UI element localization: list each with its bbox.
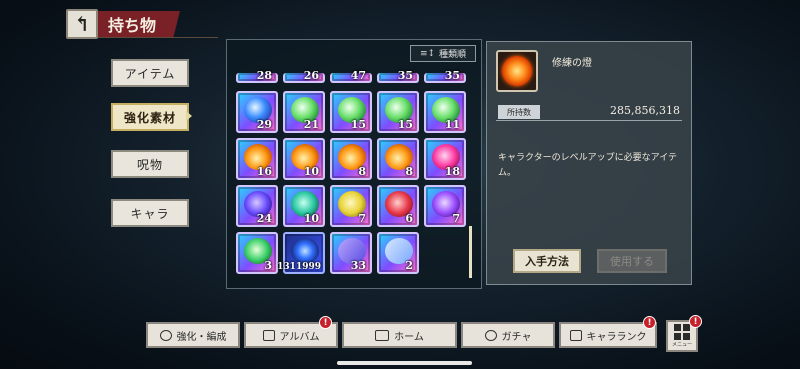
nav-home[interactable]: ホーム [342,322,457,348]
enhance-icon [159,329,172,341]
character-rank-icon [569,329,582,341]
item-slot[interactable]: 21 [283,91,325,133]
item-slot[interactable]: 10 [283,138,325,180]
back-arrow-icon: ↰ [73,12,91,36]
item-slot[interactable]: 7 [424,185,466,227]
album-icon [262,329,275,341]
page-title: 持ち物 [98,11,180,37]
item-slot[interactable]: 47 [330,69,372,83]
item-slot[interactable]: 2 [377,232,419,274]
nav-label: 強化・編成 [176,331,227,343]
item-count: 11 [444,118,460,131]
item-slot[interactable]: 16 [236,138,278,180]
item-count: 8 [405,165,413,178]
item-slot[interactable]: 33 [330,232,372,274]
active-indicator-arrow-icon [186,111,192,121]
item-count: 24 [256,212,272,225]
sidebar-item-cursed-objects[interactable]: 呪物 [111,150,189,178]
item-slot[interactable]: 1311999 [277,232,325,274]
album-alert-icon: ! [319,316,332,329]
item-slot[interactable]: 10 [283,185,325,227]
title-divider [98,37,218,38]
item-count: 47 [350,69,366,82]
item-slot[interactable]: 7 [330,185,372,227]
nav-label: アルバム [279,331,320,343]
blue-orb-icon [291,238,319,264]
item-count: 21 [303,118,319,131]
sort-icon: ≡↕ [419,48,436,59]
nav-label: ガチャ [501,331,532,343]
item-count: 26 [303,69,319,82]
item-count: 33 [350,259,366,272]
item-count: 18 [444,165,460,178]
item-count: 16 [256,165,272,178]
sidebar-item-items[interactable]: アイテム [111,59,189,87]
item-name: 修練の燈 [552,58,592,69]
item-count: 28 [256,69,272,82]
item-count: 7 [358,212,366,225]
item-slot[interactable]: 6 [377,185,419,227]
gacha-icon [484,329,497,341]
item-slot[interactable]: 8 [377,138,419,180]
home-icon [375,329,390,341]
owned-value: 285,856,318 [610,104,680,117]
item-description: キャラクターのレベルアップに必要なアイテム。 [498,153,678,178]
item-count: 8 [358,165,366,178]
item-count: 29 [256,118,272,131]
item-count: 10 [303,212,319,225]
item-count: 15 [397,118,413,131]
selected-item-icon-frame [496,50,538,92]
item-slot[interactable]: 3 [236,232,278,274]
item-slot[interactable]: 26 [283,69,325,83]
back-button[interactable]: ↰ [66,9,98,39]
obtain-method-button[interactable]: 入手方法 [513,249,581,273]
nav-label: キャラランク [586,331,647,343]
item-count: 10 [303,165,319,178]
use-button[interactable]: 使用する [597,249,667,273]
home-indicator[interactable] [337,361,472,365]
item-slot[interactable]: 28 [236,69,278,83]
sort-button[interactable]: ≡↕ 種類順 [410,45,476,62]
item-count: 3 [264,259,272,272]
item-slot[interactable]: 15 [377,91,419,133]
item-count: 15 [350,118,366,131]
item-slot[interactable]: 11 [424,91,466,133]
owned-label: 所持数 [498,105,540,119]
sidebar-item-characters[interactable]: キャラ [111,199,189,227]
sort-label: 種類順 [439,50,467,60]
item-count: 7 [452,212,460,225]
item-slot[interactable]: 24 [236,185,278,227]
item-slot[interactable]: 35 [377,69,419,83]
item-slot[interactable]: 8 [330,138,372,180]
menu-alert-icon: ! [689,315,702,328]
menu-grid-icon [674,324,690,340]
item-slot[interactable]: 35 [424,69,466,83]
inventory-scrollbar[interactable] [469,226,472,278]
nav-gacha[interactable]: ガチャ [461,322,555,348]
item-count: 1311999 [277,262,321,272]
item-count: 6 [405,212,413,225]
item-slot[interactable]: 18 [424,138,466,180]
nav-enhance-formation[interactable]: 強化・編成 [146,322,240,348]
flame-orb-icon [502,56,532,86]
item-count: 35 [444,69,460,82]
item-count: 2 [405,259,413,272]
nav-label: ホーム [394,331,424,343]
character-rank-alert-icon: ! [643,316,656,329]
menu-label: メニュー [671,342,692,348]
nav-character-rank[interactable]: キャラランク [559,322,657,348]
sidebar-item-materials[interactable]: 強化素材 [111,103,189,131]
item-count: 35 [397,69,413,82]
item-slot[interactable]: 29 [236,91,278,133]
item-slot[interactable]: 15 [330,91,372,133]
